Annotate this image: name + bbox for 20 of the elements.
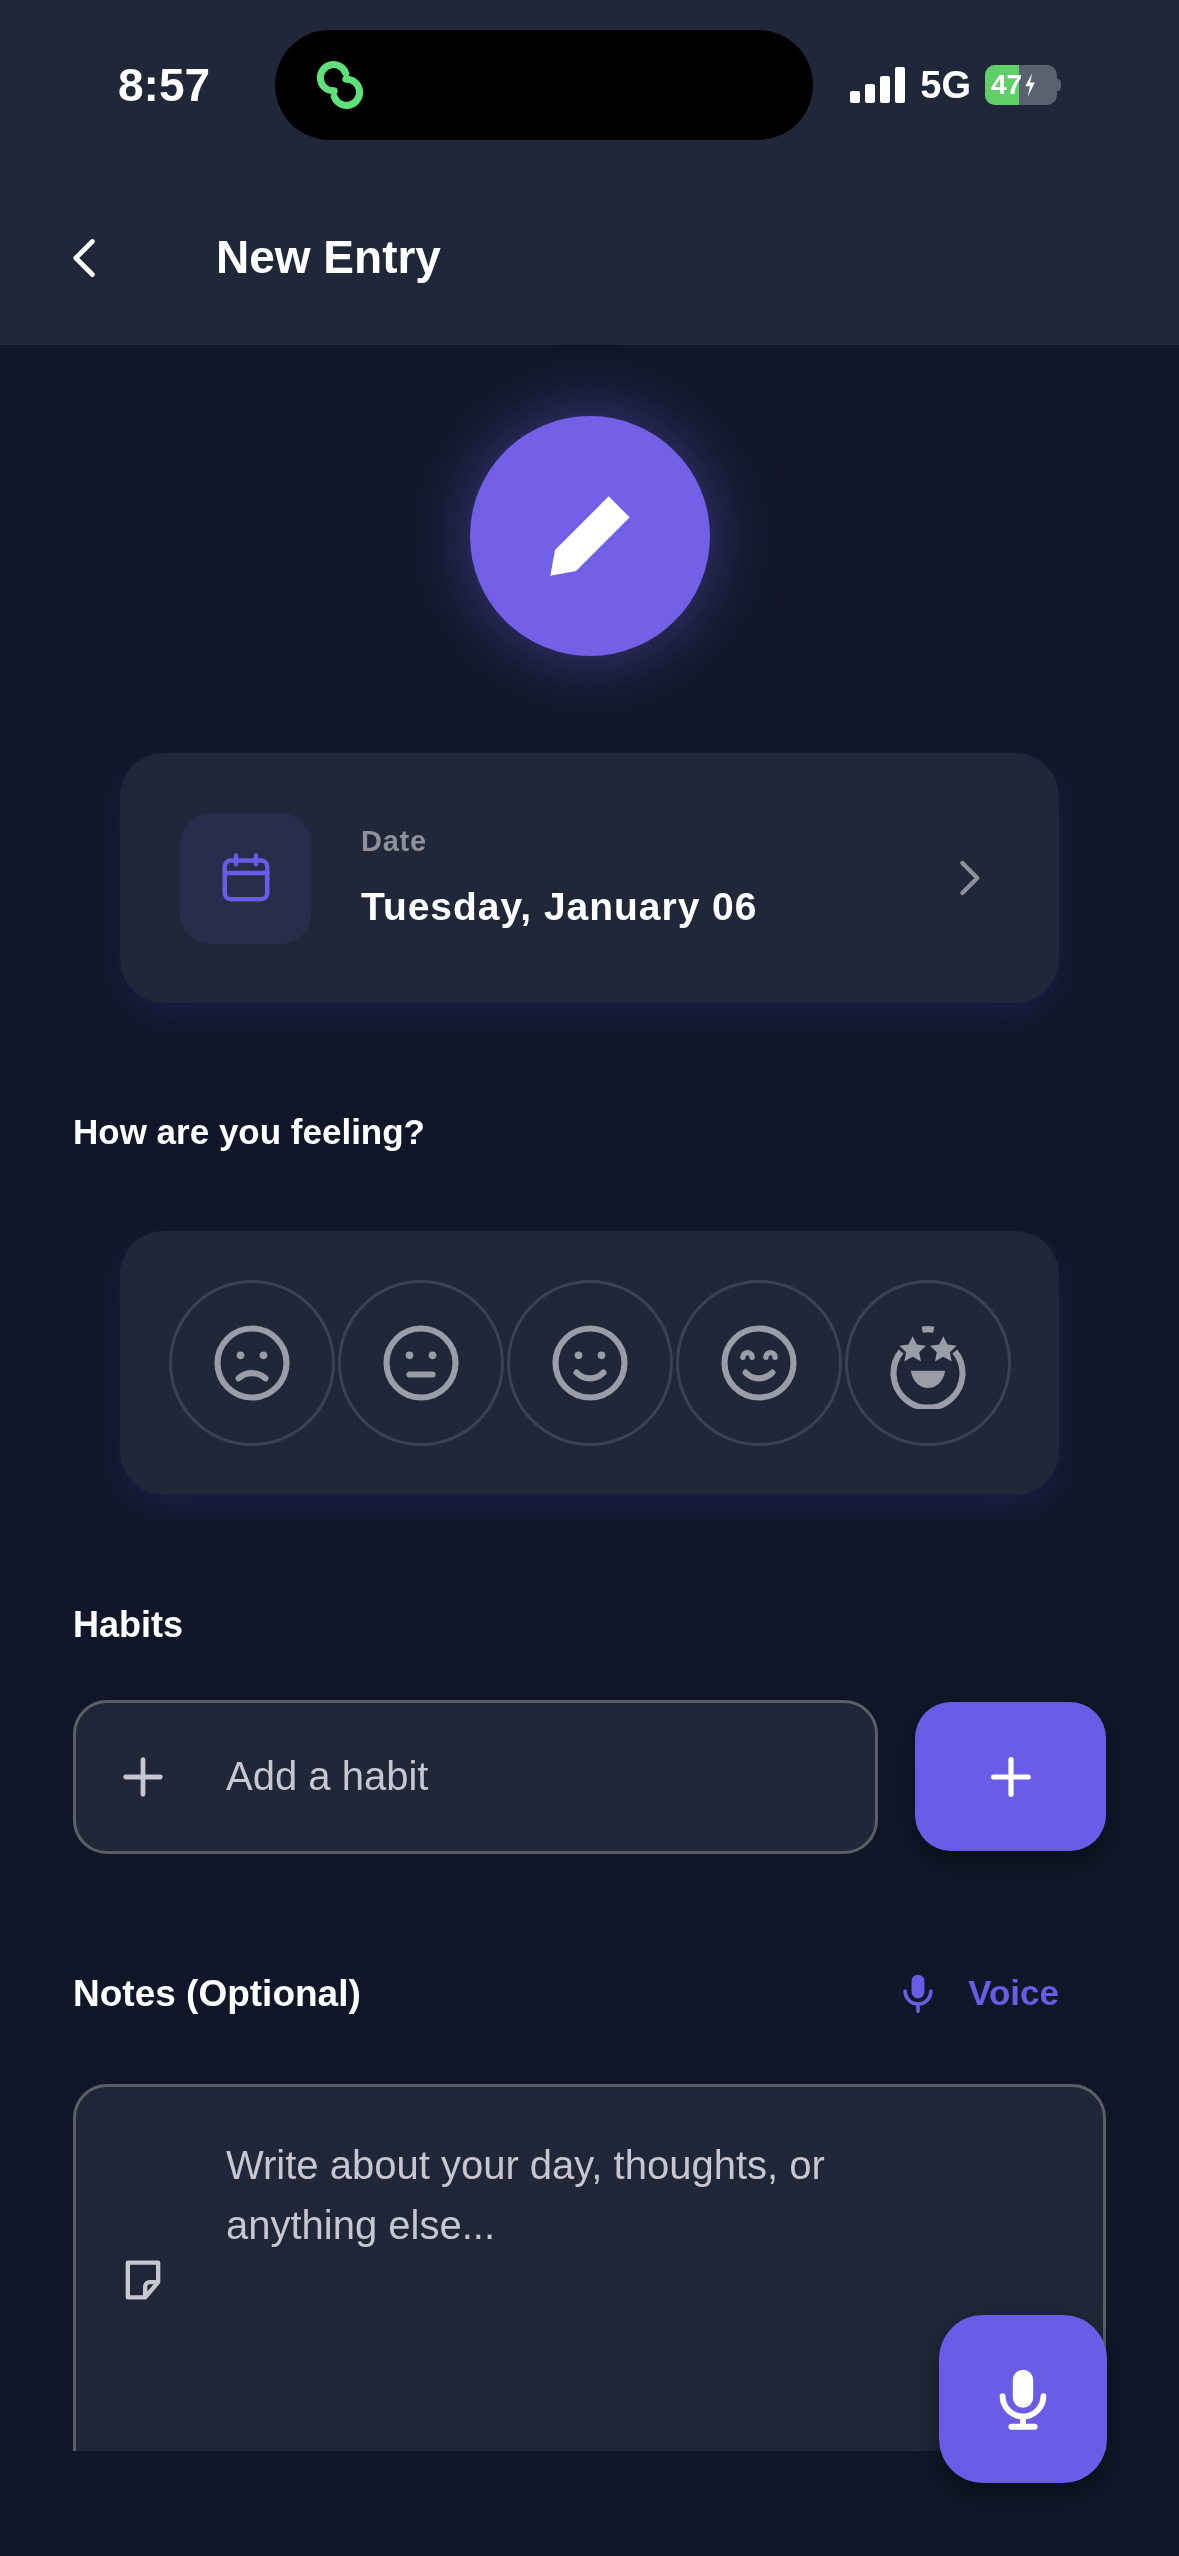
signal-icon <box>850 67 907 103</box>
mood-button[interactable] <box>675 1279 842 1446</box>
notes-heading: Notes (Optional) <box>73 1971 361 2016</box>
date-value: Tuesday, January 06 <box>361 883 759 930</box>
mood-button[interactable] <box>337 1279 504 1446</box>
record-button[interactable] <box>939 2315 1107 2483</box>
mood-button[interactable] <box>168 1279 335 1446</box>
habits-heading: Habits <box>73 1602 185 1647</box>
page-title: New Entry <box>216 230 441 285</box>
mood-heading: How are you feeling? <box>73 1111 426 1153</box>
status-time: 8:57 <box>118 57 212 113</box>
add-habit-button[interactable] <box>915 1702 1106 1851</box>
voice-button[interactable]: Voice <box>896 1967 1059 2020</box>
network-label: 5G <box>920 62 971 108</box>
notes-textarea[interactable]: Write about your day, thoughts, or anything else... <box>73 2084 1106 2451</box>
date-label: Date <box>361 824 428 859</box>
habit-input[interactable]: Add a habit <box>73 1699 878 1854</box>
mood-button[interactable] <box>844 1279 1011 1446</box>
date-card[interactable]: Date Tuesday, January 06 <box>120 753 1059 1003</box>
mood-button[interactable] <box>506 1279 673 1446</box>
